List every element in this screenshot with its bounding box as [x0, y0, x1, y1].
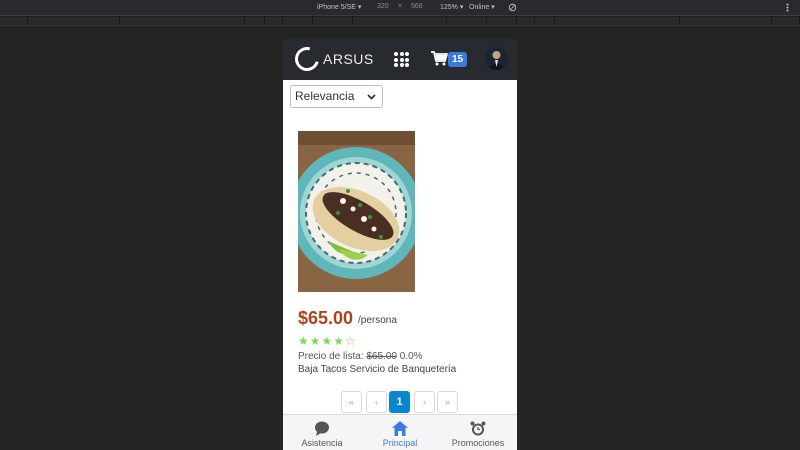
tab-label: Promociones	[451, 438, 505, 448]
chat-icon	[314, 421, 330, 436]
top-navbar: ARSUS 15	[283, 39, 517, 80]
apps-grid-icon[interactable]	[394, 52, 409, 67]
prev-page-button[interactable]: ‹	[366, 391, 387, 413]
tab-label: Asistencia	[301, 438, 343, 448]
network-throttle-select[interactable]: Online ▾	[469, 3, 495, 11]
next-page-button[interactable]: ›	[414, 391, 435, 413]
vendor-name[interactable]: Baja Tacos Servicio de Banquetería	[298, 364, 456, 375]
list-price-value: $65.00	[366, 351, 397, 362]
last-page-button[interactable]: »	[437, 391, 458, 413]
rotate-icon[interactable]	[508, 3, 517, 14]
device-select[interactable]: iPhone 5/SE ▾	[317, 3, 361, 11]
rating-stars: ★★★★☆	[298, 334, 357, 348]
list-price-line: Precio de lista: $65.00 0.0%	[298, 351, 423, 362]
home-icon	[392, 421, 408, 436]
discount-percent: 0.0%	[399, 351, 423, 362]
alarm-icon	[470, 421, 486, 436]
viewport-width[interactable]: 320	[377, 3, 389, 10]
devtools-toolbar: iPhone 5/SE ▾ 320 × 568 125% ▾ Online ▾	[0, 0, 800, 16]
more-options-icon[interactable]	[786, 3, 789, 14]
avatar[interactable]	[485, 47, 508, 70]
cart-icon[interactable]	[431, 51, 448, 71]
product-image[interactable]	[298, 131, 415, 292]
mobile-viewport: ARSUS 15 Relevancia $65.00 /persona ★★★★…	[283, 39, 517, 450]
logo-text: ARSUS	[323, 51, 374, 67]
tab-principal[interactable]: Principal	[361, 415, 439, 450]
sort-selected-value: Relevancia	[295, 89, 355, 103]
price-unit: /persona	[358, 315, 397, 326]
bottom-tab-bar: Asistencia Principal Promociones	[283, 414, 517, 450]
product-price: $65.00	[298, 308, 354, 328]
tab-label: Principal	[382, 438, 418, 448]
first-page-button[interactable]: «	[341, 391, 362, 413]
logo-ring-icon	[290, 42, 324, 76]
viewport-height[interactable]: 568	[411, 3, 423, 10]
media-query-ruler	[0, 16, 800, 26]
tab-asistencia[interactable]: Asistencia	[283, 415, 361, 450]
cart-count-badge[interactable]: 15	[448, 52, 468, 67]
dimension-separator: ×	[398, 3, 403, 10]
list-price-label: Precio de lista:	[298, 351, 364, 362]
current-page-button[interactable]: 1	[389, 391, 410, 413]
sort-select[interactable]: Relevancia	[290, 85, 383, 108]
chevron-down-icon	[367, 87, 376, 114]
zoom-select[interactable]: 125% ▾	[440, 3, 463, 11]
tab-promociones[interactable]: Promociones	[439, 415, 517, 450]
